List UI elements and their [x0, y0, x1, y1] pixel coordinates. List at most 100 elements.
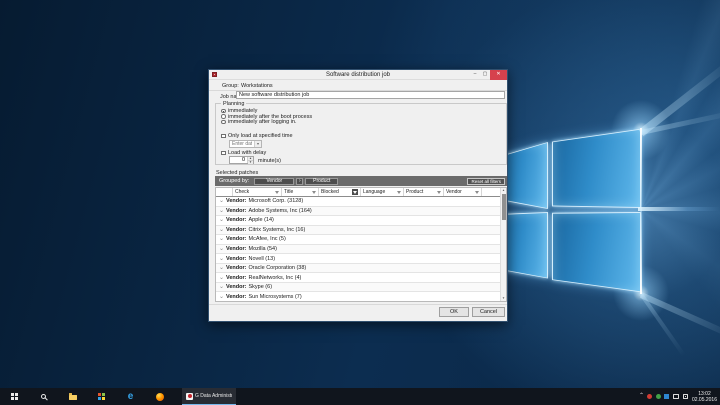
scrollbar-thumb[interactable]: [501, 194, 506, 220]
maximize-button[interactable]: ▢: [480, 70, 490, 80]
radio-after-login[interactable]: immediately after logging in.: [221, 119, 296, 125]
row-group-value: Sun Microsystems (7): [248, 293, 302, 300]
delay-value-input[interactable]: [230, 157, 247, 163]
reset-all-filters-button[interactable]: Reset all filters: [467, 177, 505, 185]
tray-green-status-icon[interactable]: [655, 394, 661, 399]
tray-clock[interactable]: 13:02 02.05.2016: [692, 391, 717, 403]
taskbar-firefox-button[interactable]: [145, 388, 174, 405]
date-input[interactable]: [230, 140, 254, 147]
column-header-product[interactable]: Product: [404, 188, 444, 196]
column-header-vendor[interactable]: Vendor: [444, 188, 482, 196]
taskbar-app-label: G Data Administrat...: [195, 393, 232, 399]
table-row[interactable]: ⌄ Vendor: McAfee, Inc (5): [216, 235, 500, 245]
row-expander-icon[interactable]: ⌄: [219, 265, 226, 271]
windows-logo-pane-top-right: [552, 128, 641, 208]
taskbar-gdata-administrator-button[interactable]: G Data Administrat...: [182, 388, 236, 405]
table-row[interactable]: ⌄ Vendor: Oracle Corporation (38): [216, 263, 500, 274]
checkbox-only-load-at-time[interactable]: Only load at specified time: [221, 133, 293, 139]
row-expander-icon[interactable]: ⌄: [219, 275, 226, 281]
minimize-button[interactable]: –: [470, 70, 480, 80]
start-button[interactable]: [0, 388, 29, 405]
grouped-by-label: Grouped by:: [219, 178, 250, 184]
filter-icon[interactable]: [437, 190, 441, 194]
row-expander-icon[interactable]: ⌄: [219, 246, 226, 252]
software-distribution-job-dialog: Software distribution job – ▢ ✕ Group: W…: [208, 69, 508, 322]
windows-logo-pane-bottom-right: [552, 212, 641, 293]
table-body: ⌄ Vendor: Microsoft Corp. (3128) ⌄ Vendo…: [216, 197, 500, 301]
row-expander-icon[interactable]: ⌄: [219, 227, 226, 233]
table-row[interactable]: ⌄ Vendor: Adobe Systems, Inc (164): [216, 206, 500, 217]
scroll-up-icon[interactable]: ▴: [501, 188, 506, 193]
titlebar[interactable]: Software distribution job – ▢ ✕: [209, 69, 507, 80]
desktop: Software distribution job – ▢ ✕ Group: W…: [0, 0, 720, 405]
checkbox-icon[interactable]: [221, 133, 226, 139]
table-row[interactable]: ⌄ Vendor: Citrix Systems, Inc (16): [216, 225, 500, 236]
row-expander-icon[interactable]: ⌄: [219, 256, 226, 262]
row-group-prefix: Vendor:: [226, 255, 247, 262]
dialog-title: Software distribution job: [325, 71, 391, 78]
row-expander-icon[interactable]: ⌄: [219, 198, 226, 204]
row-group-prefix: Vendor:: [226, 293, 247, 300]
scroll-down-icon[interactable]: ▾: [501, 296, 506, 301]
filter-icon[interactable]: [275, 190, 279, 194]
tray-expand-chevron-icon[interactable]: ⌃: [639, 393, 644, 399]
table-row[interactable]: ⌄ Vendor: Apple (14): [216, 216, 500, 226]
row-expander-icon[interactable]: ⌄: [219, 217, 226, 223]
column-header-blocked[interactable]: Blocked: [319, 188, 361, 196]
row-expander-icon[interactable]: ⌄: [219, 236, 226, 242]
row-group-value: Mozilla (54): [248, 246, 277, 252]
radio-icon[interactable]: [221, 119, 226, 125]
column-header-check[interactable]: Check: [233, 188, 282, 196]
group-by-vendor-button[interactable]: Vendor: [254, 177, 295, 185]
tray-gdata-icon[interactable]: [647, 394, 653, 399]
taskbar-file-explorer-button[interactable]: [58, 388, 87, 405]
group-order-separator: ›: [296, 177, 304, 185]
row-group-value: Novell (13): [248, 255, 276, 262]
close-button[interactable]: ✕: [490, 69, 507, 80]
row-expander-icon[interactable]: ⌄: [219, 294, 226, 300]
ok-button[interactable]: OK: [439, 307, 469, 317]
tray-date: 02.05.2016: [691, 396, 717, 403]
job-name-input[interactable]: [236, 91, 505, 99]
group-label: Group:: [222, 83, 239, 89]
date-picker[interactable]: ▾: [229, 139, 262, 148]
filter-icon[interactable]: [475, 190, 479, 194]
action-center-icon[interactable]: [682, 393, 689, 400]
row-expander-icon[interactable]: ⌄: [219, 208, 226, 214]
tray-blue-app-icon[interactable]: [664, 394, 670, 399]
row-group-prefix: Vendor:: [226, 207, 247, 214]
filter-icon[interactable]: [397, 190, 401, 194]
row-group-value: Microsoft Corp. (3128): [248, 198, 304, 205]
taskbar-edge-button[interactable]: e: [116, 388, 145, 405]
windows-start-icon: [10, 392, 19, 401]
table-row[interactable]: ⌄ Vendor: Novell (13): [216, 254, 500, 264]
row-group-value: RealNetworks, Inc (4): [248, 274, 302, 281]
checkbox-label: Only load at specified time: [228, 133, 293, 139]
dropdown-arrow-icon[interactable]: ▾: [254, 140, 261, 147]
spin-down-icon[interactable]: ▾: [248, 160, 253, 164]
table-row[interactable]: ⌄ Vendor: Sun Microsystems (7): [216, 292, 500, 301]
folder-icon: [68, 393, 77, 400]
table-header: Check Title Blocked Language Product Ven…: [216, 188, 506, 197]
column-label: Product: [406, 189, 424, 195]
row-expander-icon[interactable]: ⌄: [219, 284, 226, 290]
cancel-button[interactable]: Cancel: [472, 307, 505, 317]
table-row[interactable]: ⌄ Vendor: RealNetworks, Inc (4): [216, 273, 500, 283]
column-header-title[interactable]: Title: [282, 188, 319, 196]
table-row[interactable]: ⌄ Vendor: Skype (6): [216, 282, 500, 293]
delay-unit-label: minute(s): [258, 157, 281, 164]
search-icon: [41, 394, 46, 399]
filter-icon[interactable]: [312, 190, 316, 194]
active-filter-icon[interactable]: [352, 189, 358, 195]
taskbar-app-colored-button[interactable]: [87, 388, 116, 405]
network-icon[interactable]: [672, 394, 680, 399]
taskbar-search-button[interactable]: [29, 388, 58, 405]
table-row[interactable]: ⌄ Vendor: Microsoft Corp. (3128): [216, 197, 500, 207]
table-row[interactable]: ⌄ Vendor: Mozilla (54): [216, 244, 500, 255]
group-by-product-button[interactable]: Product: [305, 177, 339, 185]
delay-spinner[interactable]: ▴ ▾: [229, 156, 254, 164]
checkbox-icon[interactable]: [221, 150, 226, 156]
firefox-icon: [155, 392, 164, 401]
column-header-language[interactable]: Language: [361, 188, 404, 196]
table-scrollbar[interactable]: ▴ ▾: [500, 188, 506, 301]
